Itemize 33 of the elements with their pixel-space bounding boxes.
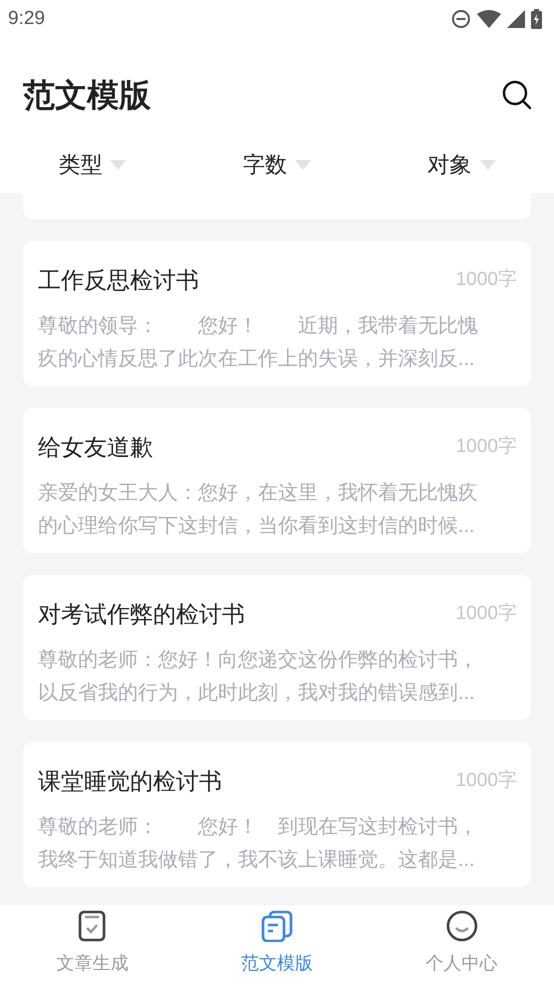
word-count: 1000字 [456, 602, 517, 626]
do-not-disturb-icon [451, 9, 471, 29]
card-title: 给女友道歉 [38, 433, 153, 462]
battery-icon [531, 9, 542, 29]
card-title: 对考试作弊的检讨书 [38, 600, 245, 629]
word-count: 1000字 [456, 268, 517, 292]
card-preview: 亲爱的女王大人：您好，在这里，我怀着无比愧疚的心理给你写下这封信，当你看到这封信的时候... [38, 480, 479, 538]
template-card[interactable]: 课堂睡觉的检讨书 1000字 尊敬的老师： 您好！ 到现在写这封检讨书，我终于知道我做错了，我不该上课睡觉。这都是... [23, 742, 531, 887]
tab-bar-item[interactable]: 范文模版 [184, 905, 370, 984]
dropdown-arrow-icon [294, 160, 311, 170]
card-preview: 尊敬的领导： 您好！ 近期，我带着无比愧疚的心情反思了此次在工作上的失误，并深刻反... [38, 314, 479, 372]
template-card[interactable]: 工作反思检讨书 1000字 尊敬的领导： 您好！ 近期，我带着无比愧疚的心情反思了此次在工作上的失误，并深刻反... [23, 241, 531, 386]
status-time: 9:29 [8, 6, 45, 31]
documents-icon [260, 910, 293, 942]
filter-dropdown[interactable]: 对象 [428, 148, 496, 181]
search-icon[interactable] [502, 80, 532, 110]
word-count: 1000字 [456, 435, 517, 459]
filter-dropdown[interactable]: 字数 [242, 148, 311, 181]
word-count: 1000字 [456, 769, 517, 793]
card-preview: 尊敬的老师： 您好！ 到现在写这封检讨书，我终于知道我做错了，我不该上课睡觉。这都是... [38, 814, 479, 872]
card-title: 课堂睡觉的检讨书 [38, 767, 222, 796]
page-title: 范文模版 [23, 76, 151, 115]
dropdown-arrow-icon [480, 160, 496, 170]
card-preview: 尊敬的老师：您好！向您递交这份作弊的检讨书，以反省我的行为，此时此刻，我对我的错误感到... [38, 648, 479, 706]
signal-icon [507, 10, 525, 28]
template-card[interactable]: 给女友道歉 1000字 亲爱的女王大人：您好，在这里，我怀着无比愧疚的心理给你写下这封信，当你看到这封信的时候... [23, 408, 531, 553]
card-title: 工作反思检讨书 [38, 266, 199, 295]
dropdown-arrow-icon [110, 160, 126, 170]
checked-document-icon [78, 910, 106, 942]
wifi-icon [477, 10, 501, 28]
smiley-icon [446, 910, 478, 942]
filter-dropdown[interactable]: 类型 [58, 148, 126, 181]
template-card[interactable]: 对考试作弊的检讨书 1000字 尊敬的老师：您好！向您递交这份作弊的检讨书，以反省我的行为，此时此刻，我对我的错误感到... [23, 575, 531, 720]
